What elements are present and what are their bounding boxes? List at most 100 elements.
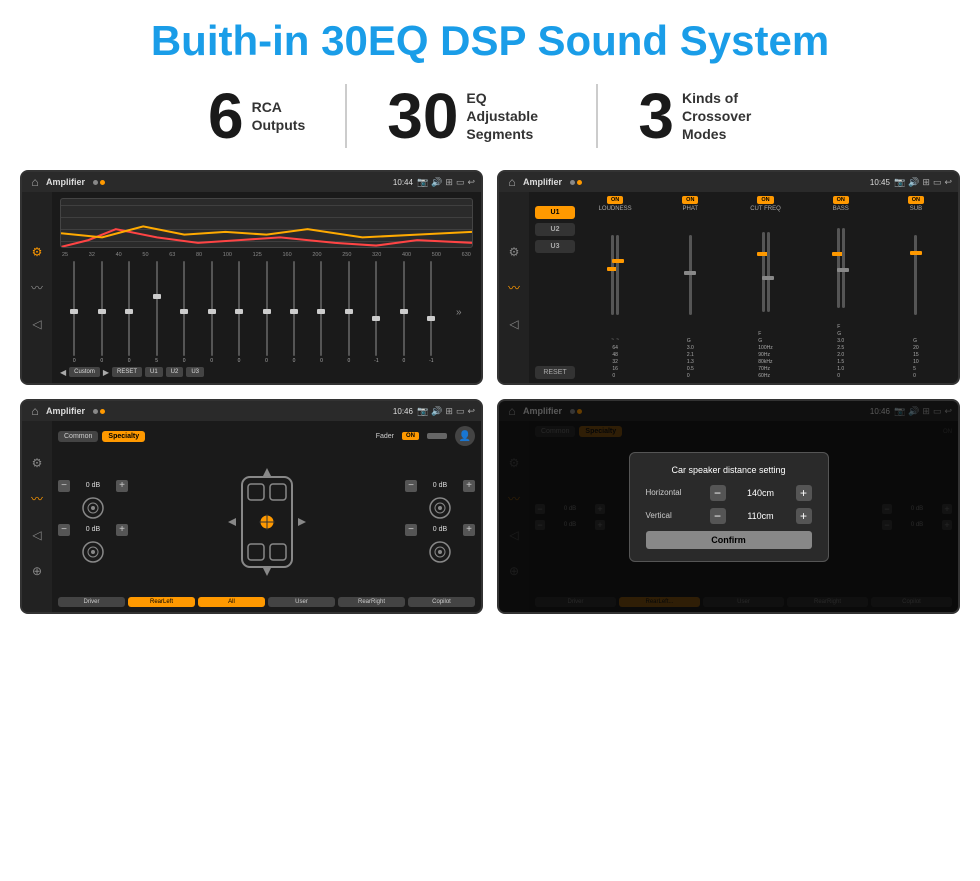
btn-copilot[interactable]: Copilot [408,597,475,607]
fader-tl-minus[interactable]: − [58,480,70,492]
fader-br-plus[interactable]: + [463,524,475,536]
thumb-3[interactable] [125,309,133,314]
confirm-button[interactable]: Confirm [646,531,812,549]
fader-tr-val: 0 dB [419,482,461,489]
cutfreq-track[interactable] [762,232,765,312]
btn-user[interactable]: User [268,597,335,607]
thumb-5[interactable] [180,309,188,314]
back-icon-3[interactable]: ↩ [467,406,475,417]
thumb-13[interactable] [400,309,408,314]
fader-topbar-title: Amplifier [46,406,85,416]
thumb-6[interactable] [208,309,216,314]
track-7[interactable] [238,261,240,356]
btn-rearleft[interactable]: RearLeft [128,597,195,607]
thumb-9[interactable] [290,309,298,314]
track-12[interactable] [375,261,377,356]
thumb-4[interactable] [153,294,161,299]
fader-tr-minus[interactable]: − [405,480,417,492]
sub-track[interactable] [914,235,917,315]
wave-icon-2[interactable]: 〰 [504,278,524,298]
thumb-7[interactable] [235,309,243,314]
eq-icon-3[interactable]: ⚙ [27,453,47,473]
horizontal-plus[interactable]: + [796,485,812,501]
phat-track[interactable] [689,235,692,315]
grid-icon-2: ⊞ [922,177,930,188]
cutfreq-toggle[interactable]: ON [757,196,773,204]
thumb-8[interactable] [263,309,271,314]
wave-icon-3[interactable]: 〰 [27,489,47,509]
btn-rearright[interactable]: RearRight [338,597,405,607]
tab-common[interactable]: Common [58,431,98,442]
phat-toggle[interactable]: ON [682,196,698,204]
back-icon[interactable]: ↩ [467,177,475,188]
track-14[interactable] [430,261,432,356]
horizontal-minus[interactable]: − [710,485,726,501]
wave-icon[interactable]: 〰 [27,278,47,298]
loudness-toggle[interactable]: ON [607,196,623,204]
fader-tr-plus[interactable]: + [463,480,475,492]
track-5[interactable] [183,261,185,356]
track-4[interactable] [156,261,158,356]
bass-track2[interactable] [842,228,845,308]
thumb-1[interactable] [70,309,78,314]
sub-thumb[interactable] [910,251,922,255]
cutfreq-thumb2[interactable] [762,276,774,280]
thumb-14[interactable] [427,316,435,321]
speaker-icon-3[interactable]: ◁ [27,525,47,545]
eq-icon[interactable]: ⚙ [27,242,47,262]
track-9[interactable] [293,261,295,356]
track-3[interactable] [128,261,130,356]
track-10[interactable] [320,261,322,356]
loudness-track2[interactable] [616,235,619,315]
fader-br-minus[interactable]: − [405,524,417,536]
thumb-11[interactable] [345,309,353,314]
custom-btn[interactable]: Custom [69,367,100,377]
back-icon-2[interactable]: ↩ [944,177,952,188]
tab-specialty[interactable]: Specialty [102,431,145,442]
fader-bl-plus[interactable]: + [116,524,128,536]
preset-u3[interactable]: U3 [535,240,575,253]
expand-icon[interactable]: ⊕ [27,561,47,581]
track-11[interactable] [348,261,350,356]
home-icon-2[interactable]: ⌂ [505,175,519,189]
reset-btn[interactable]: RESET [112,367,142,377]
bass-thumb2[interactable] [837,268,849,272]
fader-slider[interactable] [427,433,447,439]
thumb-10[interactable] [317,309,325,314]
loudness-thumb2[interactable] [612,259,624,263]
u3-btn[interactable]: U3 [186,367,204,377]
home-icon-3[interactable]: ⌂ [28,404,42,418]
speaker-icon-2[interactable]: ◁ [504,314,524,334]
thumb-12[interactable] [372,316,380,321]
track-2[interactable] [101,261,103,356]
next-btn[interactable]: ▶ [103,368,109,377]
thumb-2[interactable] [98,309,106,314]
speaker-icon[interactable]: ◁ [27,314,47,334]
preset-u2[interactable]: U2 [535,223,575,236]
track-13[interactable] [403,261,405,356]
vertical-plus[interactable]: + [796,508,812,524]
crossover-reset[interactable]: RESET [535,366,575,379]
bass-toggle[interactable]: ON [833,196,849,204]
vertical-minus[interactable]: − [710,508,726,524]
btn-driver[interactable]: Driver [58,597,125,607]
fader-tl-plus[interactable]: + [116,480,128,492]
track-1[interactable] [73,261,75,356]
eq-icon-2[interactable]: ⚙ [504,242,524,262]
btn-all[interactable]: All [198,597,265,607]
sub-toggle[interactable]: ON [908,196,924,204]
cutfreq-track2[interactable] [767,232,770,312]
fader-profile-icon[interactable]: 👤 [455,426,475,446]
fader-right-controls: − 0 dB + − [405,450,475,593]
track-8[interactable] [266,261,268,356]
phat-thumb[interactable] [684,271,696,275]
u2-btn[interactable]: U2 [166,367,184,377]
track-6[interactable] [211,261,213,356]
home-icon[interactable]: ⌂ [28,175,42,189]
fader-bl-minus[interactable]: − [58,524,70,536]
prev-btn[interactable]: ◀ [60,368,66,377]
u1-btn[interactable]: U1 [145,367,163,377]
loudness-track[interactable] [611,235,614,315]
preset-u1[interactable]: U1 [535,206,575,219]
val-13: 0 [402,358,405,364]
